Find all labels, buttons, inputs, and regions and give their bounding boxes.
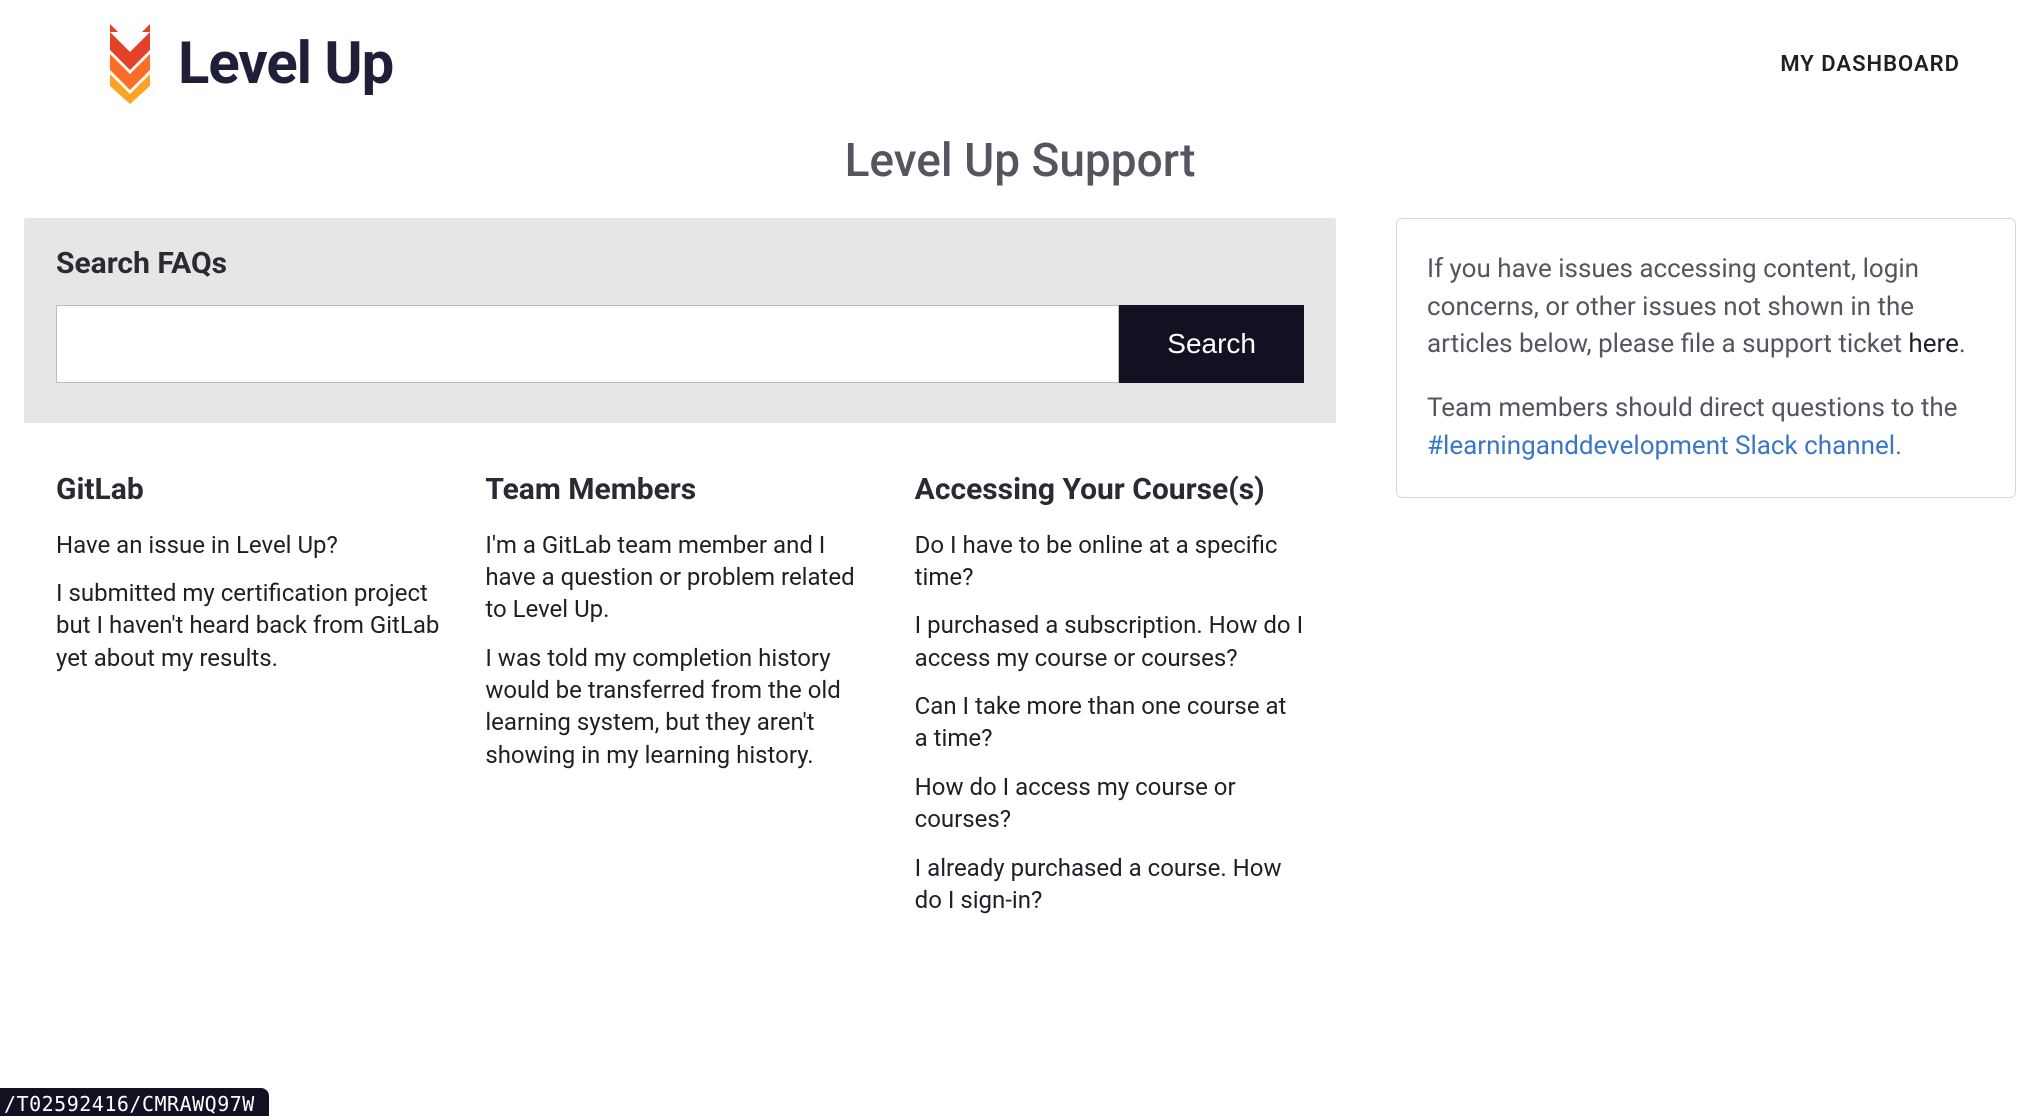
side-column: If you have issues accessing content, lo… — [1396, 218, 2016, 498]
faq-heading: Accessing Your Course(s) — [915, 471, 1304, 509]
faq-link[interactable]: How do I access my course or courses? — [915, 771, 1304, 836]
content: Search FAQs Search GitLab Have an issue … — [0, 218, 2040, 972]
notice-text: Team members should direct questions to … — [1427, 393, 1957, 423]
faq-columns: GitLab Have an issue in Level Up? I subm… — [24, 471, 1336, 932]
faq-heading: Team Members — [485, 471, 874, 509]
faq-section-team-members: Team Members I'm a GitLab team member an… — [485, 471, 874, 932]
support-notice: If you have issues accessing content, lo… — [1396, 218, 2016, 498]
notice-text: If you have issues accessing content, lo… — [1427, 254, 1919, 359]
levelup-icon — [100, 24, 160, 104]
notice-paragraph-2: Team members should direct questions to … — [1427, 390, 1985, 465]
my-dashboard-link[interactable]: MY DASHBOARD — [1780, 52, 1960, 77]
search-row: Search — [56, 305, 1304, 383]
faq-link[interactable]: I already purchased a course. How do I s… — [915, 852, 1304, 917]
page-title: Level Up Support — [0, 134, 2040, 188]
notice-text: . — [1959, 329, 1966, 359]
search-input[interactable] — [56, 305, 1119, 383]
faq-link[interactable]: Do I have to be online at a specific tim… — [915, 529, 1304, 594]
brand-name: Level Up — [178, 30, 393, 98]
faq-link[interactable]: Can I take more than one course at a tim… — [915, 690, 1304, 755]
slack-channel-link[interactable]: #learninganddevelopment Slack channel. — [1427, 431, 1902, 461]
faq-link[interactable]: I purchased a subscription. How do I acc… — [915, 609, 1304, 674]
faq-link[interactable]: Have an issue in Level Up? — [56, 529, 445, 561]
faq-link[interactable]: I was told my completion history would b… — [485, 642, 874, 772]
faq-heading: GitLab — [56, 471, 445, 509]
faq-section-accessing-courses: Accessing Your Course(s) Do I have to be… — [915, 471, 1304, 932]
search-panel: Search FAQs Search — [24, 218, 1336, 423]
main-column: Search FAQs Search GitLab Have an issue … — [24, 218, 1336, 932]
status-url-fragment: /T02592416/CMRAWQ97W — [0, 1088, 269, 1116]
header: Level Up MY DASHBOARD — [0, 0, 2040, 114]
faq-link[interactable]: I submitted my certification project but… — [56, 577, 445, 674]
notice-paragraph-1: If you have issues accessing content, lo… — [1427, 251, 1985, 364]
search-panel-title: Search FAQs — [56, 246, 1304, 281]
faq-section-gitlab: GitLab Have an issue in Level Up? I subm… — [56, 471, 445, 932]
faq-link[interactable]: I'm a GitLab team member and I have a qu… — [485, 529, 874, 626]
brand-logo[interactable]: Level Up — [100, 24, 393, 104]
support-ticket-link[interactable]: here — [1908, 329, 1958, 359]
search-button[interactable]: Search — [1119, 305, 1304, 383]
